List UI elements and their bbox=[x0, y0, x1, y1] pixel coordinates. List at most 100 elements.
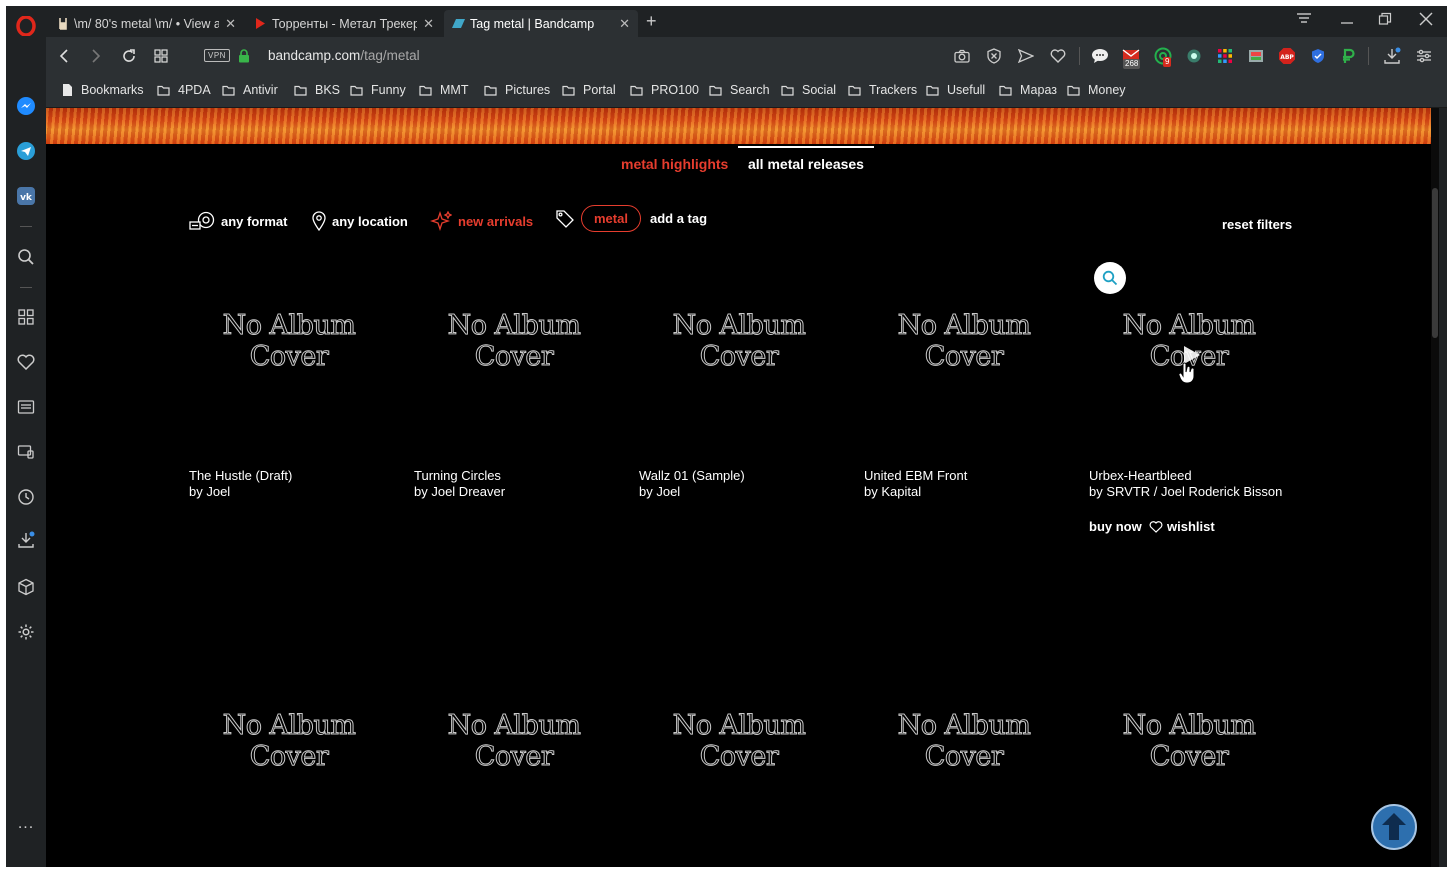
ruble-extension-icon[interactable] bbox=[1339, 47, 1357, 65]
subtab-all-releases[interactable]: all metal releases bbox=[748, 156, 864, 172]
release-title[interactable]: Turning Circles bbox=[414, 468, 501, 483]
release-title[interactable]: Wallz 01 (Sample) bbox=[639, 468, 745, 483]
bookmark-folder[interactable]: Usefull bbox=[926, 83, 985, 97]
minimize-icon[interactable] bbox=[1340, 12, 1354, 30]
release-title[interactable]: The Hustle (Draft) bbox=[189, 468, 292, 483]
tab-close-button[interactable]: ✕ bbox=[225, 16, 236, 32]
easy-setup-icon[interactable] bbox=[1415, 47, 1433, 65]
chat-bubble-icon[interactable] bbox=[1091, 47, 1109, 65]
telegram-icon[interactable] bbox=[14, 139, 38, 163]
my-flow-icon[interactable] bbox=[14, 440, 38, 464]
send-arrow-icon[interactable] bbox=[1017, 47, 1035, 65]
news-icon[interactable] bbox=[14, 395, 38, 419]
vpn-badge[interactable]: VPN bbox=[204, 49, 230, 62]
wishlist-button[interactable]: wishlist bbox=[1149, 519, 1215, 534]
scrollbar-thumb[interactable] bbox=[1432, 188, 1438, 338]
release-artist[interactable]: by Joel Dreaver bbox=[414, 484, 505, 499]
back-button[interactable] bbox=[54, 46, 74, 66]
album-cover-placeholder[interactable]: No AlbumCover bbox=[414, 641, 614, 841]
sidebar-more-button[interactable]: ... bbox=[14, 812, 38, 836]
sort-filter[interactable]: new arrivals bbox=[430, 211, 533, 231]
secure-lock-icon[interactable] bbox=[234, 46, 254, 66]
metal-tag-pill[interactable]: metal bbox=[581, 205, 641, 232]
tab-close-button[interactable]: ✕ bbox=[423, 16, 434, 32]
format-filter[interactable]: any format bbox=[189, 211, 287, 231]
heart-icon[interactable] bbox=[14, 350, 38, 374]
bookmark-folder[interactable]: Trackers bbox=[848, 83, 917, 97]
bookmark-folder[interactable]: Money bbox=[1067, 83, 1126, 97]
bookmark-folder[interactable]: 4PDA bbox=[157, 83, 211, 97]
bookmark-item[interactable]: Bookmarks bbox=[62, 83, 144, 97]
bookmark-label: Funny bbox=[371, 83, 406, 97]
tab-metal-tracker[interactable]: Торренты - Метал Трекер ✕ bbox=[246, 10, 442, 37]
album-cover-placeholder[interactable]: No AlbumCover bbox=[864, 641, 1064, 841]
tab-bandcamp[interactable]: Tag metal | Bandcamp ✕ bbox=[444, 10, 638, 37]
release-title[interactable]: Urbex-Heartbleed bbox=[1089, 468, 1192, 483]
zoom-magnifier-button[interactable] bbox=[1094, 262, 1126, 294]
settings-gear-icon[interactable] bbox=[14, 620, 38, 644]
album-cover-placeholder[interactable]: No AlbumCover bbox=[414, 241, 614, 441]
album-cover-placeholder[interactable]: No AlbumCover bbox=[189, 641, 389, 841]
album-cover-placeholder[interactable]: No AlbumCover bbox=[1089, 641, 1289, 841]
downloads-icon[interactable] bbox=[14, 528, 38, 552]
bookmark-heart-icon[interactable] bbox=[1049, 47, 1067, 65]
speed-dial-icon[interactable] bbox=[14, 305, 38, 329]
search-icon[interactable] bbox=[14, 245, 38, 269]
restore-icon[interactable] bbox=[1378, 12, 1392, 30]
opera-logo-icon[interactable] bbox=[14, 14, 38, 38]
page-icon bbox=[63, 84, 72, 96]
tab-menu-icon[interactable] bbox=[1296, 12, 1312, 30]
album-cover-placeholder[interactable]: No AlbumCover bbox=[864, 241, 1064, 441]
new-tab-button[interactable]: + bbox=[646, 11, 657, 32]
bookmark-folder[interactable]: Мараз bbox=[999, 83, 1057, 97]
bookmark-folder[interactable]: Portal bbox=[562, 83, 616, 97]
bookmark-folder[interactable]: Search bbox=[709, 83, 770, 97]
album-cover-placeholder[interactable]: No AlbumCover bbox=[639, 641, 839, 841]
vk-icon[interactable]: vk bbox=[14, 184, 38, 208]
tab-80s-metal[interactable]: \m/ 80's metal \m/ • View a ✕ bbox=[48, 10, 244, 37]
buy-now-button[interactable]: buy now bbox=[1089, 519, 1142, 534]
bookmark-label: PRO100 bbox=[651, 83, 699, 97]
mail-icon[interactable]: 268 bbox=[1122, 47, 1141, 69]
abp-adblock-icon[interactable]: ABP bbox=[1278, 47, 1296, 65]
forward-button[interactable] bbox=[86, 46, 106, 66]
bookmark-folder[interactable]: Pictures bbox=[484, 83, 550, 97]
subtab-highlights[interactable]: metal highlights bbox=[621, 156, 728, 172]
bookmark-folder[interactable]: BKS bbox=[294, 83, 340, 97]
location-filter[interactable]: any location bbox=[312, 211, 408, 231]
scroll-to-top-button[interactable] bbox=[1370, 803, 1418, 851]
page-scrollbar[interactable] bbox=[1431, 108, 1439, 867]
release-title[interactable]: United EBM Front bbox=[864, 468, 967, 483]
album-cover-placeholder[interactable]: No AlbumCover bbox=[189, 241, 389, 441]
release-artist[interactable]: by SRVTR / Joel Roderick Bisson bbox=[1089, 484, 1282, 499]
snapshot-camera-icon[interactable] bbox=[953, 47, 971, 65]
reset-filters-button[interactable]: reset filters bbox=[1222, 217, 1292, 232]
mailru-at-icon[interactable]: 9 bbox=[1154, 47, 1172, 67]
bookmark-label: Social bbox=[802, 83, 837, 97]
screen-capture-icon[interactable] bbox=[1247, 47, 1265, 65]
release-artist[interactable]: by Kapital bbox=[864, 484, 921, 499]
privacy-shield-icon[interactable] bbox=[1309, 47, 1327, 65]
reload-button[interactable] bbox=[119, 46, 139, 66]
bookmark-folder[interactable]: Funny bbox=[350, 83, 406, 97]
release-artist[interactable]: by Joel bbox=[639, 484, 680, 499]
bookmark-folder[interactable]: Social bbox=[781, 83, 836, 97]
extensions-cube-icon[interactable] bbox=[14, 575, 38, 599]
close-window-icon[interactable] bbox=[1419, 12, 1433, 30]
adblock-shield-icon[interactable] bbox=[985, 47, 1003, 65]
bookmark-folder[interactable]: MMT bbox=[419, 83, 468, 97]
bookmark-folder[interactable]: PRO100 bbox=[630, 83, 699, 97]
download-status-icon[interactable] bbox=[1383, 47, 1401, 65]
apps-grid-icon[interactable] bbox=[1216, 47, 1234, 65]
tab-close-button[interactable]: ✕ bbox=[619, 16, 630, 32]
messenger-icon[interactable] bbox=[14, 94, 38, 118]
tabs-grid-icon[interactable] bbox=[151, 46, 171, 66]
url-field[interactable]: bandcamp.com/tag/metal bbox=[268, 48, 420, 63]
bookmark-folder[interactable]: Antivir bbox=[222, 83, 278, 97]
bookmark-label: Pictures bbox=[505, 83, 551, 97]
add-tag-button[interactable]: add a tag bbox=[650, 211, 707, 226]
release-artist[interactable]: by Joel bbox=[189, 484, 230, 499]
vpn-globe-icon[interactable] bbox=[1185, 47, 1203, 65]
history-icon[interactable] bbox=[14, 485, 38, 509]
album-cover-placeholder[interactable]: No AlbumCover bbox=[639, 241, 839, 441]
